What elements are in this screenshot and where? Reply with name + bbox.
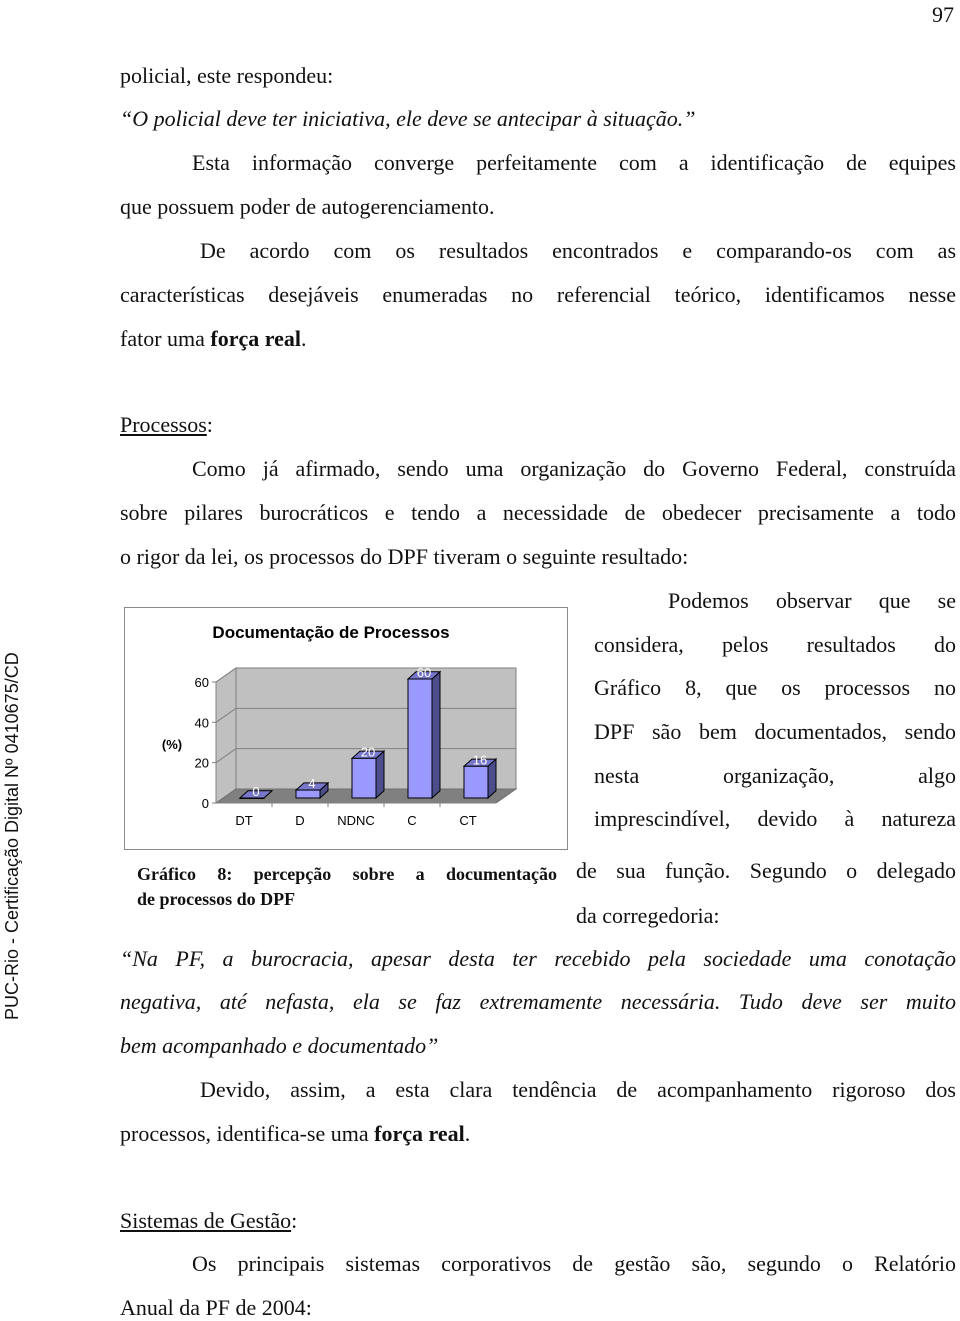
data-label: 60 xyxy=(417,665,431,680)
y-tick-label: 40 xyxy=(195,715,209,730)
side-text-line: Podemos observar que se xyxy=(668,588,956,613)
paragraph-line: Anual da PF de 2004: xyxy=(120,1295,312,1320)
paragraph-line: características desejáveis enumeradas no… xyxy=(120,282,956,307)
heading-text: Sistemas de Gestão xyxy=(120,1208,292,1233)
side-text-line: considera, pelos resultados do xyxy=(594,632,956,657)
bar-side xyxy=(375,750,385,800)
side-text-line: DPF são bem documentados, sendo xyxy=(594,719,956,744)
data-label: 16 xyxy=(473,752,487,767)
paragraph-line: Como já afirmado, sendo uma organização … xyxy=(192,456,956,481)
x-tick-label: CT xyxy=(459,813,476,828)
page-number: 97 xyxy=(932,2,954,27)
chart-side-wall xyxy=(215,667,237,804)
paragraph-line: policial, este respondeu: xyxy=(120,63,334,88)
paragraph-line: o rigor da lei, os processos do DPF tive… xyxy=(120,544,689,569)
y-tick-label: 60 xyxy=(195,675,209,690)
x-tick-label: NDNC xyxy=(337,813,375,828)
side-text-line: Gráfico 8, que os processos no xyxy=(594,675,956,700)
side-text-line: nesta organização, algo xyxy=(594,763,956,788)
side-text-line: imprescindível, devido à natureza xyxy=(594,806,956,831)
quote-line: negativa, até nefasta, ela se faz extrem… xyxy=(120,989,956,1014)
chart-title: Documentação de Processos xyxy=(212,623,449,642)
bar-chart: 0 4 20 60 16 0 20 40 60 DT D NDNC C CT Documentação … xyxy=(162,623,518,828)
section-heading-sistemas: Sistemas de Gestão: xyxy=(120,1208,956,1234)
paragraph-line: que possuem poder de autogerenciamento. xyxy=(120,194,495,219)
y-tick-label: 0 xyxy=(202,796,209,811)
quote-line: bem acompanhado e documentado” xyxy=(120,1033,439,1058)
paragraph-line: fator uma força real. xyxy=(120,326,956,352)
caption-line: Gráfico 8: percepção sobre a documentaçã… xyxy=(137,864,557,884)
paragraph-line: sobre pilares burocráticos e tendo a nec… xyxy=(120,500,956,525)
caption-line: de processos do DPF xyxy=(137,889,296,909)
quote-line: “O policial deve ter iniciativa, ele dev… xyxy=(120,106,696,131)
y-axis-label: (%) xyxy=(162,737,182,752)
x-tick-label: D xyxy=(295,813,304,828)
text: . xyxy=(301,326,307,351)
chart-frame: 0 4 20 60 16 0 20 40 60 DT D NDNC C CT Documentação … xyxy=(124,607,568,850)
side-text-line: da corregedoria: xyxy=(576,903,720,928)
paragraph-line: processos, identifica-se uma força real. xyxy=(120,1121,956,1147)
data-label: 20 xyxy=(361,744,375,759)
certification-watermark: PUC-Rio - Certificação Digital Nº 041067… xyxy=(2,652,22,1020)
text: processos, identifica-se uma xyxy=(120,1121,375,1146)
paragraph-line: De acordo com os resultados encontrados … xyxy=(200,238,956,263)
paragraph-line: Devido, assim, a esta clara tendência de… xyxy=(200,1077,956,1102)
section-heading-processos: Processos: xyxy=(120,412,956,438)
heading-colon: : xyxy=(206,412,213,437)
quote-line: “Na PF, a burocracia, apesar desta ter r… xyxy=(120,946,956,971)
heading-colon: : xyxy=(291,1208,298,1233)
figure-caption: Gráfico 8: percepção sobre a documentaçã… xyxy=(137,862,557,912)
bar-c xyxy=(407,678,433,799)
bar-ndnc xyxy=(351,757,377,799)
text: fator uma xyxy=(120,326,211,351)
emphasis-text: força real xyxy=(374,1121,465,1146)
x-tick-label: C xyxy=(407,813,416,828)
text: . xyxy=(464,1121,471,1146)
heading-text: Processos xyxy=(120,412,207,437)
data-label: 0 xyxy=(252,784,259,799)
paragraph-line: Esta informação converge perfeitamente c… xyxy=(192,150,956,175)
x-tick-label: DT xyxy=(235,813,252,828)
data-label: 4 xyxy=(308,776,315,791)
bar-d xyxy=(295,789,321,799)
paragraph-line: Os principais sistemas corporativos de g… xyxy=(192,1251,956,1276)
side-text-line: de sua função. Segundo o delegado xyxy=(576,858,956,883)
bar-ct xyxy=(463,765,489,799)
bar-side xyxy=(431,670,441,800)
emphasis-text: força real xyxy=(210,326,302,351)
y-tick-label: 20 xyxy=(195,756,209,771)
